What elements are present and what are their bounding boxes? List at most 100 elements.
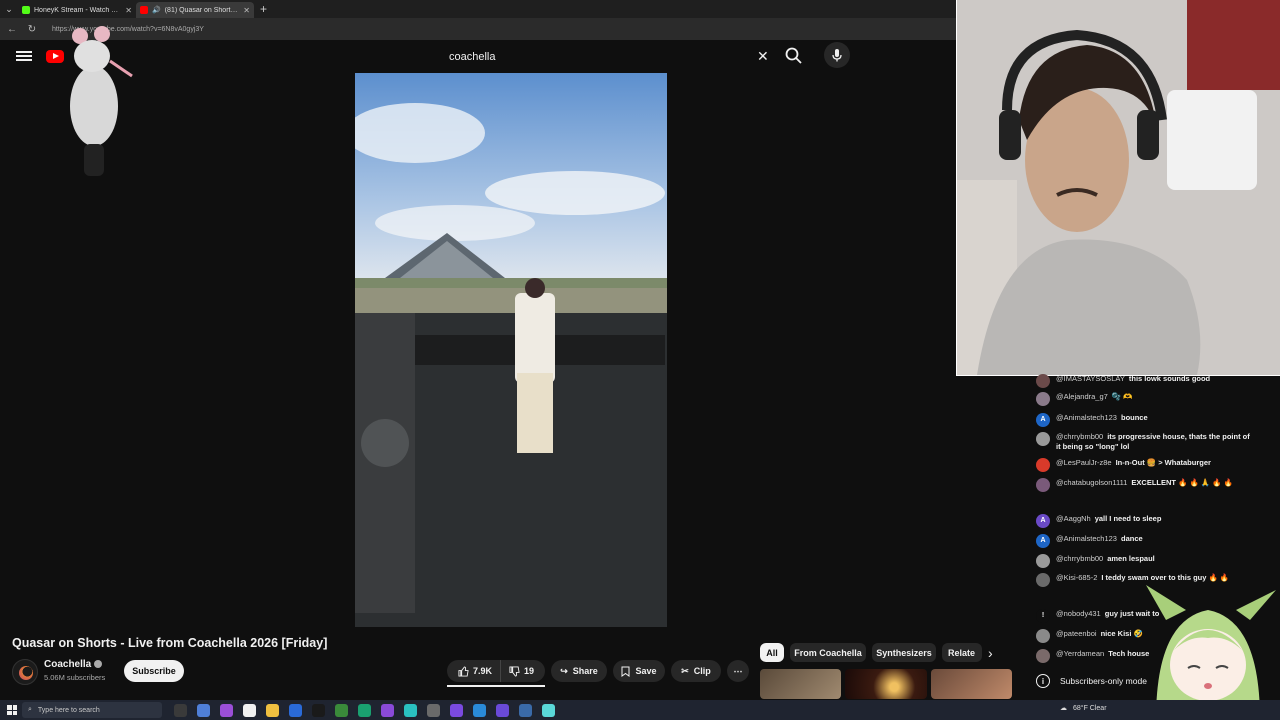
weather-icon: ☁ — [1060, 705, 1067, 712]
app-icon[interactable] — [542, 703, 555, 717]
chat-message: A @AaggNh yall I need to sleep — [1036, 514, 1256, 528]
app-icon[interactable] — [266, 703, 279, 717]
back-arrow-icon[interactable]: ← — [6, 24, 18, 35]
app-icon[interactable] — [519, 703, 532, 717]
like-dislike-group: 7.9K 19 — [447, 660, 545, 682]
chat-username[interactable]: @IMASTAYSOSLAY — [1056, 374, 1125, 383]
chat-username[interactable]: @nobody431 — [1056, 609, 1101, 618]
windows-taskbar: ⌕ Type here to search ☁ 68°F Clear — [0, 700, 1280, 720]
close-tab-icon[interactable]: ✕ — [243, 6, 250, 15]
app-icon[interactable] — [381, 703, 394, 717]
youtube-logo-icon[interactable] — [46, 50, 64, 63]
speaker-icon[interactable]: 🔊 — [152, 6, 161, 14]
video-thumbnail[interactable] — [930, 669, 1012, 699]
subscriber-count: 5.06M subscribers — [44, 673, 106, 682]
chat-username[interactable]: @chrrybmb00 — [1056, 432, 1103, 441]
chat-avatar[interactable] — [1036, 649, 1050, 663]
chat-username[interactable]: @Animalstech123 — [1056, 534, 1117, 543]
chevron-right-icon[interactable]: › — [988, 645, 993, 661]
weather-text[interactable]: 68°F Clear — [1073, 705, 1107, 712]
chat-avatar[interactable] — [1036, 458, 1050, 472]
video-frame-image — [355, 73, 667, 627]
chat-message: @chrrybmb00 amen lespaul — [1036, 554, 1256, 568]
clear-search-icon[interactable]: ✕ — [757, 48, 769, 65]
chat-username[interactable]: @AaggNh — [1056, 514, 1091, 523]
search-icon[interactable] — [784, 46, 804, 66]
app-icon[interactable] — [473, 703, 486, 717]
video-thumbnail[interactable] — [760, 669, 842, 699]
chat-avatar[interactable] — [1036, 374, 1050, 388]
clip-button[interactable]: ✂ Clip — [671, 660, 721, 682]
chat-avatar[interactable] — [1036, 478, 1050, 492]
chat-username[interactable]: @LesPaulJr-z8e — [1056, 458, 1112, 467]
chip-related[interactable]: Relate — [942, 643, 982, 662]
app-icon[interactable] — [243, 703, 256, 717]
share-label: Share — [572, 666, 598, 676]
thumbs-down-icon — [509, 665, 520, 677]
chat-username[interactable]: @Alejandra_g7 — [1056, 392, 1108, 401]
chat-avatar[interactable] — [1036, 573, 1050, 587]
chat-avatar[interactable]: A — [1036, 534, 1050, 548]
mouse-sticker-image — [70, 26, 133, 176]
app-icon[interactable] — [450, 703, 463, 717]
voice-search-mic-icon[interactable] — [824, 42, 850, 68]
app-icon[interactable] — [404, 703, 417, 717]
taskbar-search-input[interactable]: ⌕ Type here to search — [22, 702, 162, 718]
anime-avatar-overlay-image — [1146, 585, 1276, 720]
chat-avatar[interactable]: A — [1036, 413, 1050, 427]
reload-icon[interactable]: ↻ — [26, 24, 38, 35]
windows-start-icon[interactable] — [7, 705, 17, 715]
app-icon[interactable] — [197, 703, 210, 717]
search-input[interactable]: coachella — [440, 44, 776, 70]
chat-username[interactable]: @chrrybmb00 — [1056, 554, 1103, 563]
channel-name-text: Coachella — [44, 659, 92, 670]
chat-avatar[interactable] — [1036, 629, 1050, 643]
app-icon[interactable] — [358, 703, 371, 717]
chat-avatar[interactable] — [1036, 392, 1050, 406]
app-icon[interactable] — [289, 703, 302, 717]
kick-favicon-icon — [22, 6, 30, 14]
system-tray: ☁ 68°F Clear — [1060, 704, 1107, 713]
subscribe-button[interactable]: Subscribe — [124, 660, 184, 682]
dislike-button[interactable]: 19 — [500, 660, 542, 682]
save-button[interactable]: Save — [613, 660, 665, 682]
app-icon[interactable] — [496, 703, 509, 717]
new-tab-icon[interactable]: + — [254, 2, 273, 16]
verified-icon — [94, 660, 103, 669]
chat-text: this lowk sounds good — [1128, 374, 1211, 383]
app-icon[interactable] — [312, 703, 325, 717]
search-icon: ⌕ — [28, 706, 32, 713]
chat-username[interactable]: @pateenboi — [1056, 629, 1097, 638]
chip-synthesizers[interactable]: Synthesizers — [872, 643, 936, 662]
chat-avatar[interactable] — [1036, 554, 1050, 568]
info-icon[interactable]: i — [1036, 674, 1050, 688]
tab-search-icon[interactable]: ⌄ — [0, 0, 18, 18]
channel-avatar[interactable] — [12, 659, 38, 685]
browser-tab-youtube[interactable]: 🔊 (81) Quasar on Shorts - Live fr ✕ — [136, 2, 254, 18]
clip-label: Clip — [693, 666, 711, 676]
chip-from-coachella[interactable]: From Coachella — [790, 643, 866, 662]
video-player[interactable] — [355, 73, 667, 627]
app-icon[interactable] — [220, 703, 233, 717]
webcam-feed — [957, 0, 1280, 375]
chat-username[interactable]: @chatabugolson1111 — [1056, 478, 1127, 487]
chat-avatar[interactable] — [1036, 432, 1050, 446]
chat-username[interactable]: @Animalstech123 — [1056, 413, 1117, 422]
chip-all[interactable]: All — [760, 643, 784, 662]
menu-hamburger-icon[interactable] — [16, 49, 32, 65]
app-icon[interactable] — [427, 703, 440, 717]
chat-message: @chrrybmb00 its progressive house, thats … — [1036, 432, 1256, 452]
youtube-header: coachella ✕ — [0, 40, 1020, 74]
app-icon[interactable] — [174, 703, 187, 717]
share-button[interactable]: ↪ Share — [551, 660, 607, 682]
more-actions-icon[interactable]: ⋯ — [727, 660, 749, 682]
chat-avatar[interactable]: ! — [1036, 609, 1050, 623]
channel-name[interactable]: Coachella — [44, 659, 103, 670]
video-thumbnail[interactable] — [845, 669, 927, 699]
chat-avatar[interactable]: A — [1036, 514, 1050, 528]
like-button[interactable]: 7.9K — [450, 660, 500, 682]
chat-username[interactable]: @Yerrdamean — [1056, 649, 1104, 658]
app-icon[interactable] — [335, 703, 348, 717]
close-tab-icon[interactable]: ✕ — [125, 6, 132, 15]
chat-username[interactable]: @Kisi-685-2 — [1056, 573, 1097, 582]
